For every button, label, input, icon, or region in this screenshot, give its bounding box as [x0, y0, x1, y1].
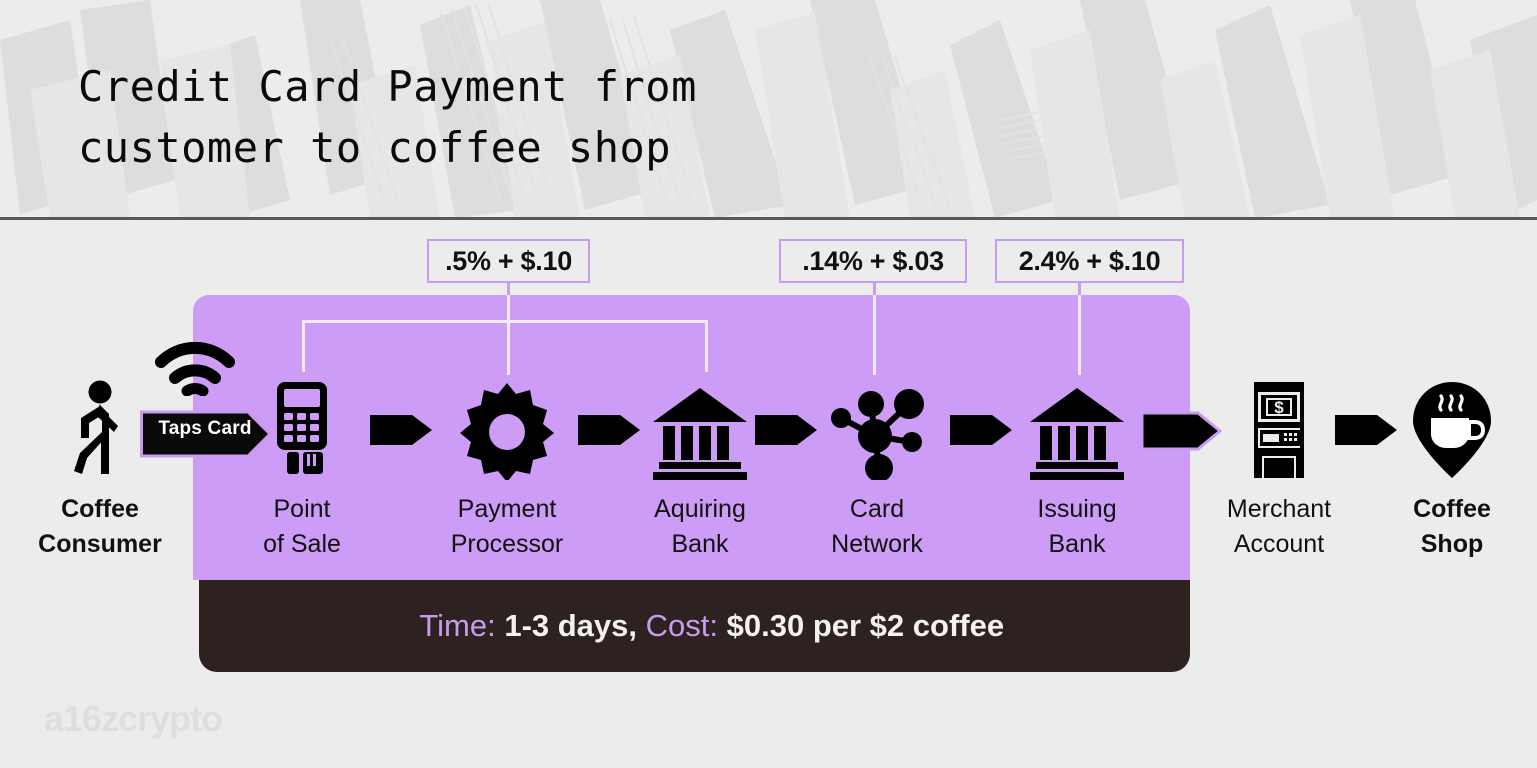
fee-bracket-right-leg-0 [705, 320, 708, 372]
atm-icon: $ [1204, 370, 1354, 480]
flow-node-coffee-consumer: Coffee Consumer [25, 370, 175, 562]
fee-bracket-left-leg-0 [302, 320, 305, 372]
summary-text: Time: 1-3 days, Cost: $0.30 per $2 coffe… [385, 572, 1004, 680]
fee-bracket-horizontal-0 [302, 320, 708, 323]
bank-icon [625, 370, 775, 480]
flow-node-aquiring-bank: Aquiring Bank [625, 370, 775, 562]
summary-cost-label: Cost: [645, 608, 719, 643]
fee-label: .14% + $.03 [802, 245, 944, 276]
fee-connector-line-1 [873, 295, 876, 375]
fee-callout-issuing-bank: 2.4% + $.10 [995, 239, 1184, 283]
fee-callout-card-network: .14% + $.03 [779, 239, 967, 283]
summary-cost-value: $0.30 per $2 coffee [726, 608, 1005, 643]
svg-text:$: $ [1274, 398, 1284, 417]
fee-label: .5% + $.10 [445, 245, 572, 276]
gear-icon [432, 370, 582, 480]
flow-node-label: Coffee Consumer [38, 495, 162, 558]
flow-node-issuing-bank: Issuing Bank [1002, 370, 1152, 562]
summary-time-label: Time: [419, 608, 496, 643]
walking-person-icon [25, 370, 175, 480]
network-nodes-icon [802, 370, 952, 480]
summary-bar: Time: 1-3 days, Cost: $0.30 per $2 coffe… [199, 580, 1190, 672]
flow-node-label: Payment Processor [450, 495, 564, 558]
page-title: Credit Card Payment from customer to cof… [78, 62, 697, 172]
flow-node-merchant-account: $ Merchant Account [1204, 370, 1354, 562]
flow-arrow-pos-to-processor [370, 405, 432, 460]
bank-icon [1002, 370, 1152, 480]
card-terminal-icon [227, 370, 377, 480]
header-divider [0, 217, 1537, 220]
flow-node-payment-processor: Payment Processor [432, 370, 582, 562]
fee-label: 2.4% + $.10 [1018, 245, 1161, 276]
fee-connector-line-2 [1078, 295, 1081, 375]
flow-node-point-of-sale: Point of Sale [227, 370, 377, 562]
a16zcrypto-watermark: a16zcrypto [44, 698, 223, 739]
fee-connector-stem-2 [1078, 283, 1081, 295]
flow-node-label: Issuing Bank [1037, 495, 1117, 558]
flow-node-label: Card Network [831, 495, 923, 558]
summary-time-value: 1-3 days, [504, 608, 638, 643]
flow-node-label: Point of Sale [263, 495, 341, 558]
fee-connector-stem-1 [873, 283, 876, 295]
coffee-pin-icon [1377, 370, 1527, 480]
flow-node-coffee-shop: Coffee Shop [1377, 370, 1527, 562]
flow-node-label: Coffee Shop [1413, 495, 1491, 558]
flow-node-label: Merchant Account [1226, 495, 1332, 558]
fee-bracket-center-stem-0 [507, 295, 510, 375]
flow-node-card-network: Card Network [802, 370, 952, 562]
fee-callout-pos-to-acquiring: .5% + $.10 [427, 239, 590, 283]
page-header: Credit Card Payment from customer to cof… [0, 0, 1537, 220]
flow-node-label: Aquiring Bank [654, 495, 746, 558]
